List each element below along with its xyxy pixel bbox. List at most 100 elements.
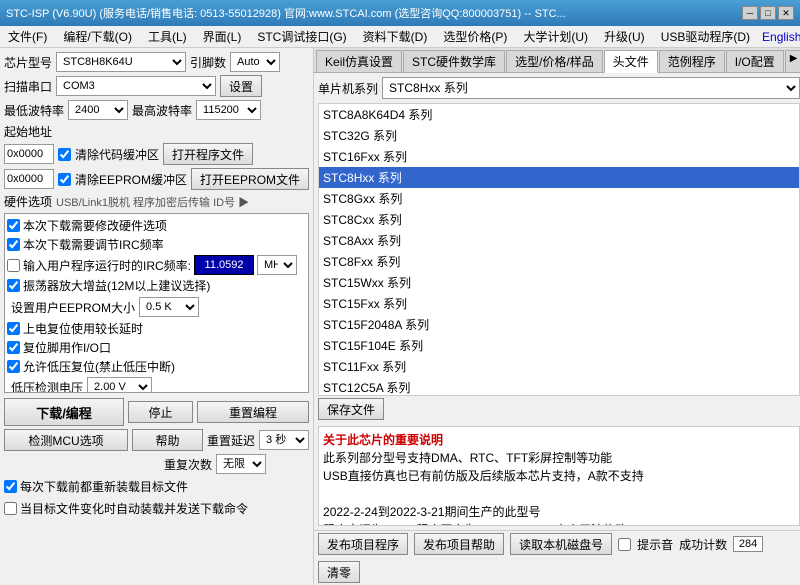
option-label-3: 振荡器放大增益(12M以上建议选择) bbox=[23, 277, 210, 294]
freq-unit-select[interactable]: MHz bbox=[257, 255, 297, 275]
tab-selection[interactable]: 选型/价格/样品 bbox=[506, 50, 603, 72]
auto-load-check[interactable] bbox=[4, 480, 17, 493]
menu-download[interactable]: 资料下载(D) bbox=[359, 27, 432, 46]
list-item[interactable]: STC15F2048A 系列 bbox=[319, 314, 799, 335]
tab-stclib[interactable]: STC硬件数学库 bbox=[403, 50, 505, 72]
reprogram-button[interactable]: 重置编程 bbox=[197, 401, 309, 423]
save-row: 保存文件 bbox=[314, 396, 800, 422]
main-content: 芯片型号 STC8H8K64U 引脚数 Auto 扫描串口 COM3 设置 最低… bbox=[0, 48, 800, 585]
list-item-selected[interactable]: STC8Hxx 系列 bbox=[319, 167, 799, 188]
stop-button[interactable]: 停止 bbox=[128, 401, 193, 423]
chip-label: 芯片型号 bbox=[4, 54, 52, 71]
download-button[interactable]: 下载/编程 bbox=[4, 398, 124, 426]
option-label-0: 本次下载需要修改硬件选项 bbox=[23, 217, 167, 234]
bottom-btn-row1: 下载/编程 停止 重置编程 bbox=[4, 398, 309, 426]
chip-select[interactable]: STC8H8K64U bbox=[56, 52, 186, 72]
addr2-input[interactable] bbox=[4, 169, 54, 189]
eeprom-select[interactable]: 0.5 K bbox=[139, 297, 199, 317]
series-select[interactable]: STC8Hxx 系列 bbox=[382, 77, 800, 99]
voltage-select[interactable]: 2.00 V bbox=[87, 377, 152, 393]
options-scroll[interactable]: 本次下载需要修改硬件选项 本次下载需要调节IRC频率 输入用户程序运行时的IRC… bbox=[4, 213, 309, 393]
more-check-0[interactable] bbox=[7, 322, 20, 335]
min-baud-select[interactable]: 2400 bbox=[68, 100, 128, 120]
status-bar: 发布项目程序 发布项目帮助 读取本机磁盘号 提示音 成功计数 284 清零 bbox=[314, 530, 800, 585]
read-disk-button[interactable]: 读取本机磁盘号 bbox=[510, 533, 612, 555]
retry-count-select[interactable]: 无限 bbox=[216, 454, 266, 474]
detect-button[interactable]: 检测MCU选项 bbox=[4, 429, 128, 451]
save-button[interactable]: 保存文件 bbox=[318, 398, 384, 420]
list-item[interactable]: STC8A8K64D4 系列 bbox=[319, 104, 799, 125]
success-label: 成功计数 bbox=[679, 536, 727, 553]
publish-help-button[interactable]: 发布项目帮助 bbox=[414, 533, 504, 555]
english-button[interactable]: English bbox=[762, 30, 800, 44]
list-item[interactable]: STC12C5A 系列 bbox=[319, 377, 799, 396]
info-line1: 此系列部分型号支持DMA、RTC、TFT彩屏控制等功能 bbox=[323, 449, 795, 467]
list-item[interactable]: STC8Fxx 系列 bbox=[319, 251, 799, 272]
baud-row: 最低波特率 2400 最高波特率 115200 bbox=[4, 100, 309, 120]
help-button[interactable]: 帮助 bbox=[132, 429, 203, 451]
menu-tools[interactable]: 工具(L) bbox=[144, 27, 191, 46]
close-button[interactable]: ✕ bbox=[778, 6, 794, 20]
publish-prog-button[interactable]: 发布项目程序 bbox=[318, 533, 408, 555]
list-item[interactable]: STC15F104E 系列 bbox=[319, 335, 799, 356]
list-item[interactable]: STC11Fxx 系列 bbox=[319, 356, 799, 377]
list-item[interactable]: STC8Cxx 系列 bbox=[319, 209, 799, 230]
open-prog-button[interactable]: 打开程序文件 bbox=[163, 143, 253, 165]
com-row: 扫描串口 COM3 设置 bbox=[4, 75, 309, 97]
start-addr-label: 起始地址 bbox=[4, 123, 52, 140]
list-item[interactable]: STC32G 系列 bbox=[319, 125, 799, 146]
title-text: STC-ISP (V6.90U) (服务电话/销售电话: 0513-550129… bbox=[6, 5, 566, 21]
com-select[interactable]: COM3 bbox=[56, 76, 216, 96]
menu-university[interactable]: 大学计划(U) bbox=[519, 27, 592, 46]
tab-example[interactable]: 范例程序 bbox=[659, 50, 725, 72]
minimize-button[interactable]: ─ bbox=[742, 6, 758, 20]
list-item[interactable]: STC8Axx 系列 bbox=[319, 230, 799, 251]
more-option-1: 复位脚用作I/O口 bbox=[7, 338, 306, 357]
list-item[interactable]: STC16Fxx 系列 bbox=[319, 146, 799, 167]
scan-label: 扫描串口 bbox=[4, 78, 52, 95]
clear-eeprom-check[interactable] bbox=[58, 173, 71, 186]
success-count: 284 bbox=[733, 536, 763, 552]
menu-file[interactable]: 文件(F) bbox=[4, 27, 51, 46]
chip-row: 芯片型号 STC8H8K64U 引脚数 Auto bbox=[4, 52, 309, 72]
clear-count-button[interactable]: 清零 bbox=[318, 561, 360, 583]
option-check-3[interactable] bbox=[7, 279, 20, 292]
more-check-2[interactable] bbox=[7, 360, 20, 373]
bottom-btn-row2: 检测MCU选项 帮助 重置延迟 3 秒 bbox=[4, 429, 309, 451]
option-check-0[interactable] bbox=[7, 219, 20, 232]
more-check-1[interactable] bbox=[7, 341, 20, 354]
menu-selection[interactable]: 选型价格(P) bbox=[439, 27, 511, 46]
file-list[interactable]: STC8A8K64D4 系列 STC32G 系列 STC16Fxx 系列 STC… bbox=[318, 103, 800, 396]
setting-button[interactable]: 设置 bbox=[220, 75, 262, 97]
addr1-row: 清除代码缓冲区 打开程序文件 bbox=[4, 143, 309, 165]
tab-keil[interactable]: Keil仿真设置 bbox=[316, 50, 402, 72]
menu-program[interactable]: 编程/下载(O) bbox=[59, 27, 136, 46]
tab-header[interactable]: 头文件 bbox=[604, 50, 658, 73]
info-line4: 程序空间为63K，程序固定为1K，EEPROM大小无法修改 bbox=[323, 521, 795, 526]
open-eeprom-button[interactable]: 打开EEPROM文件 bbox=[191, 168, 309, 190]
hw-options: USB/Link1脱机 程序加密后传输 ID号 ▶ bbox=[56, 194, 249, 210]
list-item[interactable]: STC15Fxx 系列 bbox=[319, 293, 799, 314]
pin-select[interactable]: Auto bbox=[230, 52, 280, 72]
retry-select[interactable]: 3 秒 bbox=[259, 430, 309, 450]
menu-upgrade[interactable]: 升级(U) bbox=[600, 27, 649, 46]
max-baud-select[interactable]: 115200 bbox=[196, 100, 261, 120]
menu-debug[interactable]: STC调试接口(G) bbox=[253, 27, 350, 46]
auto-send-check[interactable] bbox=[4, 502, 17, 515]
freq-input[interactable] bbox=[194, 255, 254, 275]
maximize-button[interactable]: □ bbox=[760, 6, 776, 20]
option-check-2[interactable] bbox=[7, 259, 20, 272]
clear-code-check[interactable] bbox=[58, 148, 71, 161]
option-check-1[interactable] bbox=[7, 238, 20, 251]
auto-send-label: 当目标文件变化时自动装载并发送下载命令 bbox=[20, 500, 248, 517]
menu-usb[interactable]: USB驱动程序(D) bbox=[657, 27, 754, 46]
list-item[interactable]: STC8Gxx 系列 bbox=[319, 188, 799, 209]
prompt-check[interactable] bbox=[618, 538, 631, 551]
menu-interface[interactable]: 界面(L) bbox=[199, 27, 246, 46]
window-controls: ─ □ ✕ bbox=[742, 6, 794, 20]
list-item[interactable]: STC15Wxx 系列 bbox=[319, 272, 799, 293]
tab-arrow[interactable]: ▶ bbox=[785, 50, 800, 72]
tab-io[interactable]: I/O配置 bbox=[726, 50, 784, 72]
addr1-input[interactable] bbox=[4, 144, 54, 164]
start-addr-row: 起始地址 bbox=[4, 123, 309, 140]
